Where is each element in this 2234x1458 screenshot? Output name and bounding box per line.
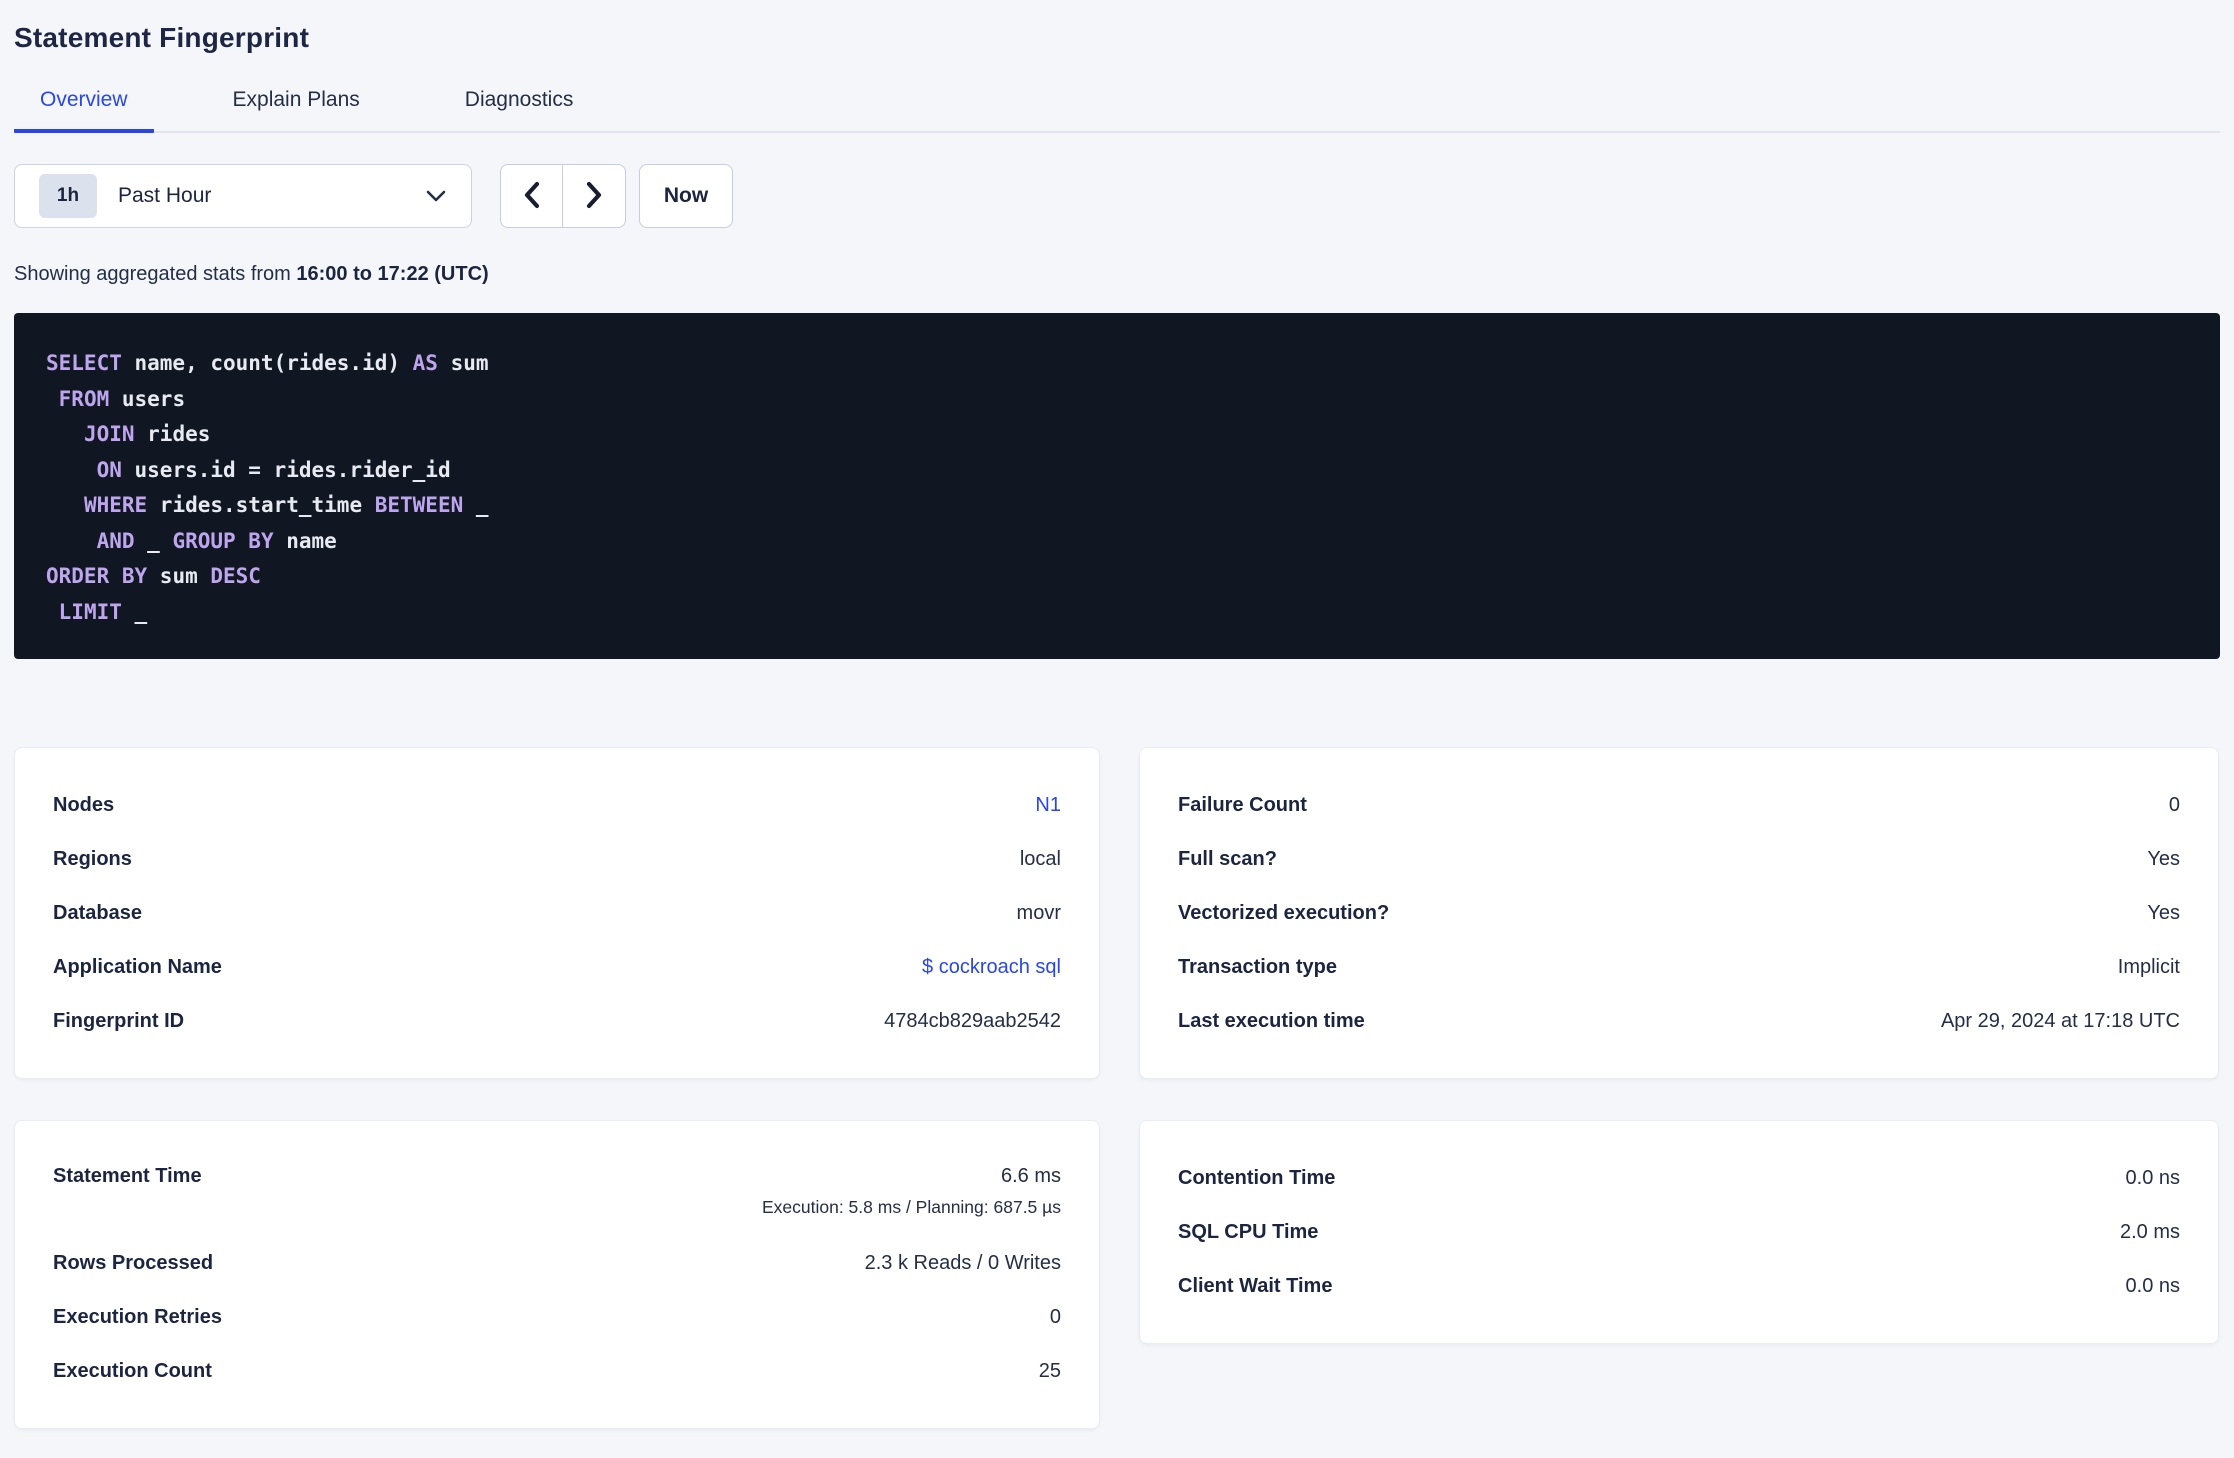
stat-value: Yes xyxy=(2147,847,2180,870)
properties-card: Nodes N1 Regions local Database movr App… xyxy=(14,747,1100,1079)
statement-time-values: 6.6 ms Execution: 5.8 ms / Planning: 687… xyxy=(762,1165,1061,1218)
stat-row-contention-time: Contention Time 0.0 ns xyxy=(1178,1151,2180,1205)
stat-row-client-wait-time: Client Wait Time 0.0 ns xyxy=(1178,1259,2180,1313)
stat-value: 2.3 k Reads / 0 Writes xyxy=(864,1251,1061,1274)
chevron-down-icon xyxy=(425,189,447,203)
stat-row-execution-count: Execution Count 25 xyxy=(53,1344,1061,1398)
stat-label: Client Wait Time xyxy=(1178,1274,1333,1297)
stat-label: Fingerprint ID xyxy=(53,1009,185,1032)
chevron-left-icon xyxy=(521,180,543,213)
stat-label: Statement Time xyxy=(53,1165,202,1187)
stat-label: Last execution time xyxy=(1178,1009,1365,1032)
time-next-button[interactable] xyxy=(563,165,625,227)
statement-fingerprint-page: Statement Fingerprint Overview Explain P… xyxy=(0,0,2234,1429)
stat-label: Nodes xyxy=(53,793,115,816)
stat-label: Rows Processed xyxy=(53,1251,214,1274)
stat-row-transaction-type: Transaction type Implicit xyxy=(1178,940,2180,994)
nodes-link[interactable]: N1 xyxy=(1035,794,1061,817)
stat-row-vectorized-execution: Vectorized execution? Yes xyxy=(1178,886,2180,940)
stat-label: Full scan? xyxy=(1178,847,1277,870)
time-prev-button[interactable] xyxy=(501,165,563,227)
stat-row-database: Database movr xyxy=(53,886,1061,940)
stat-value: Apr 29, 2024 at 17:18 UTC xyxy=(1940,1009,2180,1032)
now-button[interactable]: Now xyxy=(639,164,733,228)
tab-explain-plans[interactable]: Explain Plans xyxy=(207,88,386,131)
stat-label: Contention Time xyxy=(1178,1166,1336,1189)
stat-value: 2.0 ms xyxy=(2119,1220,2180,1243)
tab-bar: Overview Explain Plans Diagnostics xyxy=(14,88,2220,133)
statement-time-breakdown: Execution: 5.8 ms / Planning: 687.5 µs xyxy=(761,1197,1061,1217)
stat-value: 6.6 ms xyxy=(1000,1165,1061,1187)
stat-row-regions: Regions local xyxy=(53,832,1061,886)
stat-label: Execution Count xyxy=(53,1359,212,1382)
stat-label: Application Name xyxy=(53,955,222,978)
aggregation-status-prefix: Showing aggregated stats from xyxy=(14,263,297,285)
chevron-right-icon xyxy=(583,180,605,213)
stat-row-fingerprint-id: Fingerprint ID 4784cb829aab2542 xyxy=(53,994,1061,1048)
stat-row-statement-time: Statement Time 6.6 ms Execution: 5.8 ms … xyxy=(53,1151,1061,1236)
execution-attributes-card: Failure Count 0 Full scan? Yes Vectorize… xyxy=(1139,747,2219,1079)
overview-cards: Nodes N1 Regions local Database movr App… xyxy=(14,747,2220,1429)
stat-value: Implicit xyxy=(2117,955,2180,978)
tab-diagnostics[interactable]: Diagnostics xyxy=(439,88,600,131)
stat-value: local xyxy=(1019,847,1061,870)
time-controls: 1h Past Hour Now xyxy=(14,164,2220,228)
stat-value: 0.0 ns xyxy=(2125,1166,2180,1189)
stat-row-failure-count: Failure Count 0 xyxy=(1178,778,2180,832)
stat-label: Failure Count xyxy=(1178,793,1307,816)
stat-row-sql-cpu-time: SQL CPU Time 2.0 ms xyxy=(1178,1205,2180,1259)
stat-label: SQL CPU Time xyxy=(1178,1220,1319,1243)
page-title: Statement Fingerprint xyxy=(14,22,310,53)
stat-value: 0 xyxy=(1049,1305,1061,1328)
stat-row-application-name: Application Name $ cockroach sql xyxy=(53,940,1061,994)
stat-value: 4784cb829aab2542 xyxy=(884,1009,1061,1032)
stat-label: Vectorized execution? xyxy=(1178,901,1390,924)
stat-value: 25 xyxy=(1038,1359,1061,1382)
application-name-link[interactable]: $ cockroach sql xyxy=(922,956,1061,979)
stat-label: Execution Retries xyxy=(53,1305,222,1328)
stat-value: movr xyxy=(1016,901,1061,924)
stat-label: Database xyxy=(53,901,142,924)
stat-row-rows-processed: Rows Processed 2.3 k Reads / 0 Writes xyxy=(53,1236,1061,1290)
stat-row-full-scan: Full scan? Yes xyxy=(1178,832,2180,886)
stat-label: Regions xyxy=(53,847,132,870)
time-stats-card: Contention Time 0.0 ns SQL CPU Time 2.0 … xyxy=(1139,1120,2219,1344)
stat-label: Transaction type xyxy=(1178,955,1337,978)
time-step-group xyxy=(500,164,626,228)
tab-overview[interactable]: Overview xyxy=(14,88,154,133)
aggregation-status: Showing aggregated stats from 16:00 to 1… xyxy=(14,263,2220,286)
aggregation-range: 16:00 to 17:22 (UTC) xyxy=(296,263,489,285)
stat-row-nodes: Nodes N1 xyxy=(53,778,1061,832)
stat-row-execution-retries: Execution Retries 0 xyxy=(53,1290,1061,1344)
sql-code: SELECT name, count(rides.id) AS sum FROM… xyxy=(46,351,489,624)
stat-value: 0 xyxy=(2168,793,2180,816)
stat-value: 0.0 ns xyxy=(2125,1274,2180,1297)
stat-value: Yes xyxy=(2147,901,2180,924)
time-range-label: Past Hour xyxy=(118,184,212,207)
time-range-badge: 1h xyxy=(39,174,97,218)
stat-row-last-execution-time: Last execution time Apr 29, 2024 at 17:1… xyxy=(1178,994,2180,1048)
statement-stats-card: Statement Time 6.6 ms Execution: 5.8 ms … xyxy=(14,1120,1100,1429)
time-range-select[interactable]: 1h Past Hour xyxy=(14,164,472,228)
sql-statement-box: SELECT name, count(rides.id) AS sum FROM… xyxy=(14,313,2220,659)
